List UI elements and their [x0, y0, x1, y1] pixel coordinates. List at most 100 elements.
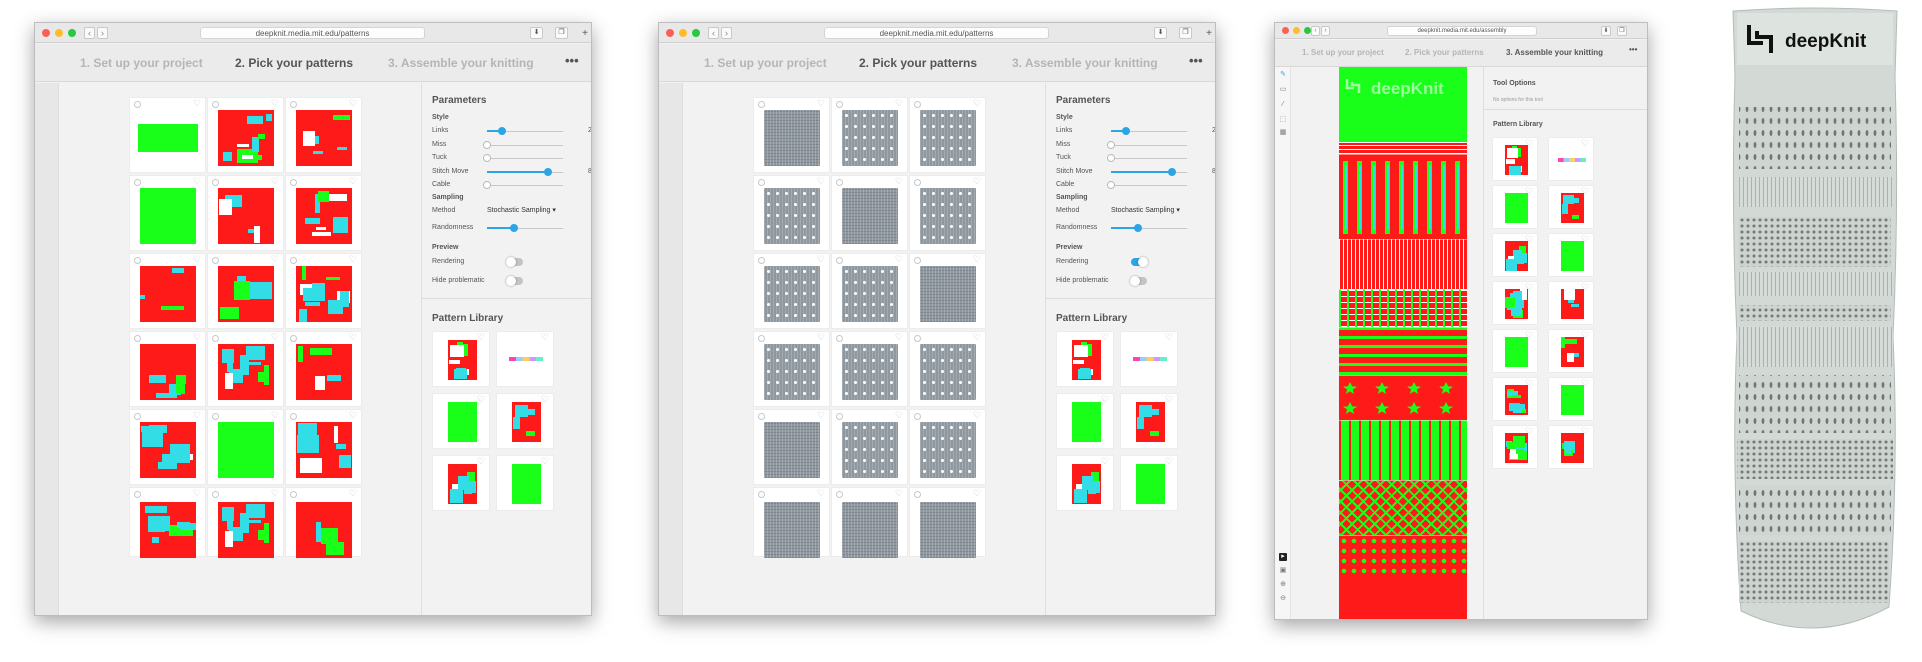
step-setup[interactable]: 1. Set up your project	[80, 56, 203, 70]
slider-track[interactable]	[1111, 144, 1187, 146]
select-checkbox[interactable]	[836, 413, 843, 420]
slider-knob[interactable]	[483, 181, 491, 189]
favorite-icon[interactable]: ♡	[193, 411, 201, 420]
favorite-icon[interactable]: ♡	[193, 489, 201, 498]
favorite-icon[interactable]: ♡	[271, 411, 279, 420]
favorite-icon[interactable]: ♡	[349, 177, 357, 186]
favorite-icon[interactable]: ♡	[193, 333, 201, 342]
favorite-icon[interactable]: ♡	[895, 255, 903, 264]
pattern-tile[interactable]: ♡	[831, 331, 908, 407]
select-checkbox[interactable]	[134, 335, 141, 342]
library-tile[interactable]: ♡	[1120, 455, 1178, 511]
pattern-tile[interactable]: ♡	[207, 253, 284, 329]
favorite-icon[interactable]: ♡	[541, 457, 549, 466]
slider-knob[interactable]	[1107, 140, 1115, 149]
pattern-tile[interactable]: ♡	[129, 487, 206, 558]
select-checkbox[interactable]	[836, 335, 843, 342]
favorite-icon[interactable]: ♡	[193, 177, 201, 186]
address-bar[interactable]: deepknit.media.mit.edu/patterns	[824, 27, 1049, 39]
slider-track[interactable]	[487, 144, 563, 146]
slider-track[interactable]	[487, 185, 563, 186]
favorite-icon[interactable]: ♡	[271, 255, 279, 264]
favorite-icon[interactable]: ♡	[895, 333, 903, 342]
library-tile[interactable]: ♡	[1120, 393, 1178, 449]
library-tile[interactable]: ♡	[1056, 331, 1114, 387]
select-checkbox[interactable]	[290, 413, 297, 420]
slider-knob[interactable]	[483, 140, 491, 149]
hide-problematic-toggle[interactable]	[506, 276, 523, 286]
pattern-tile[interactable]: ♡	[285, 331, 362, 407]
select-checkbox[interactable]	[758, 179, 765, 186]
select-checkbox[interactable]	[212, 491, 219, 498]
method-select[interactable]: Stochastic Sampling ▾	[487, 206, 556, 214]
favorite-icon[interactable]: ♡	[271, 333, 279, 342]
address-bar[interactable]: deepknit.media.mit.edu/assembly	[1387, 26, 1537, 36]
favorite-icon[interactable]: ♡	[973, 255, 981, 264]
window-controls[interactable]	[42, 29, 76, 37]
pattern-tool-icon[interactable]: ▦	[1279, 129, 1287, 137]
library-tile[interactable]: ♡	[496, 331, 554, 387]
select-checkbox[interactable]	[758, 257, 765, 264]
knitting-canvas[interactable]: deepKnit	[1339, 67, 1467, 619]
library-tile[interactable]: ♡	[1548, 281, 1594, 325]
select-checkbox[interactable]	[212, 101, 219, 108]
select-checkbox[interactable]	[134, 491, 141, 498]
pattern-tile[interactable]: ♡	[207, 97, 284, 173]
library-tile[interactable]: ♡	[1548, 425, 1594, 469]
library-tile[interactable]: ♡	[1056, 393, 1114, 449]
favorite-icon[interactable]: ♡	[349, 99, 357, 108]
slider-knob[interactable]	[498, 127, 507, 135]
rendering-toggle[interactable]	[506, 257, 523, 267]
favorite-icon[interactable]: ♡	[1165, 457, 1173, 466]
library-tile[interactable]: ♡	[496, 455, 554, 511]
pattern-tile[interactable]: ♡	[753, 175, 830, 251]
library-tile[interactable]: ♡	[1548, 137, 1594, 181]
image-icon[interactable]: ▣	[1279, 567, 1287, 575]
step-setup[interactable]: 1. Set up your project	[1302, 48, 1384, 57]
select-checkbox[interactable]	[212, 335, 219, 342]
step-setup[interactable]: 1. Set up your project	[704, 56, 827, 70]
new-tab-icon[interactable]: +	[580, 29, 590, 41]
pencil-icon[interactable]: ✎	[1279, 71, 1287, 79]
favorite-icon[interactable]: ♡	[477, 395, 485, 404]
favorite-icon[interactable]: ♡	[973, 411, 981, 420]
select-checkbox[interactable]	[914, 491, 921, 498]
slider-knob[interactable]	[543, 167, 552, 176]
select-checkbox[interactable]	[758, 491, 765, 498]
select-checkbox[interactable]	[836, 179, 843, 186]
favorite-icon[interactable]: ♡	[271, 177, 279, 186]
rectangle-icon[interactable]: ▭	[1279, 86, 1287, 94]
forward-icon[interactable]: ›	[1321, 26, 1330, 36]
pattern-tile[interactable]: ♡	[285, 409, 362, 485]
rendering-toggle[interactable]	[1131, 257, 1148, 267]
more-menu-icon[interactable]: •••	[1629, 45, 1637, 54]
slider-knob[interactable]	[483, 154, 491, 162]
pattern-tile[interactable]: ♡	[831, 97, 908, 173]
select-checkbox[interactable]	[758, 413, 765, 420]
pattern-tile[interactable]: ♡	[207, 331, 284, 407]
select-checkbox[interactable]	[836, 491, 843, 498]
favorite-icon[interactable]: ♡	[973, 489, 981, 498]
randomness-knob[interactable]	[509, 224, 518, 232]
pattern-tile[interactable]: ♡	[285, 175, 362, 251]
more-menu-icon[interactable]: •••	[1189, 53, 1203, 68]
select-checkbox[interactable]	[212, 257, 219, 264]
slider-knob[interactable]	[1167, 167, 1176, 176]
favorite-icon[interactable]: ♡	[349, 411, 357, 420]
hide-problematic-toggle[interactable]	[1130, 276, 1147, 286]
step-assemble[interactable]: 3. Assemble your knitting	[388, 56, 534, 70]
pattern-tile[interactable]: ♡	[831, 253, 908, 329]
pattern-tile[interactable]: ♡	[753, 409, 830, 485]
library-tile[interactable]: ♡	[432, 393, 490, 449]
favorite-icon[interactable]: ♡	[973, 333, 981, 342]
pattern-tile[interactable]: ♡	[285, 253, 362, 329]
library-tile[interactable]: ♡	[1056, 455, 1114, 511]
select-checkbox[interactable]	[134, 179, 141, 186]
library-tile[interactable]: ♡	[1120, 331, 1178, 387]
favorite-icon[interactable]: ♡	[1101, 395, 1109, 404]
pattern-tile[interactable]: ♡	[909, 253, 986, 329]
pattern-tile[interactable]: ♡	[909, 487, 986, 558]
pattern-tile[interactable]: ♡	[129, 175, 206, 251]
pattern-tile[interactable]: ♡	[129, 253, 206, 329]
back-icon[interactable]: ‹	[708, 27, 719, 39]
